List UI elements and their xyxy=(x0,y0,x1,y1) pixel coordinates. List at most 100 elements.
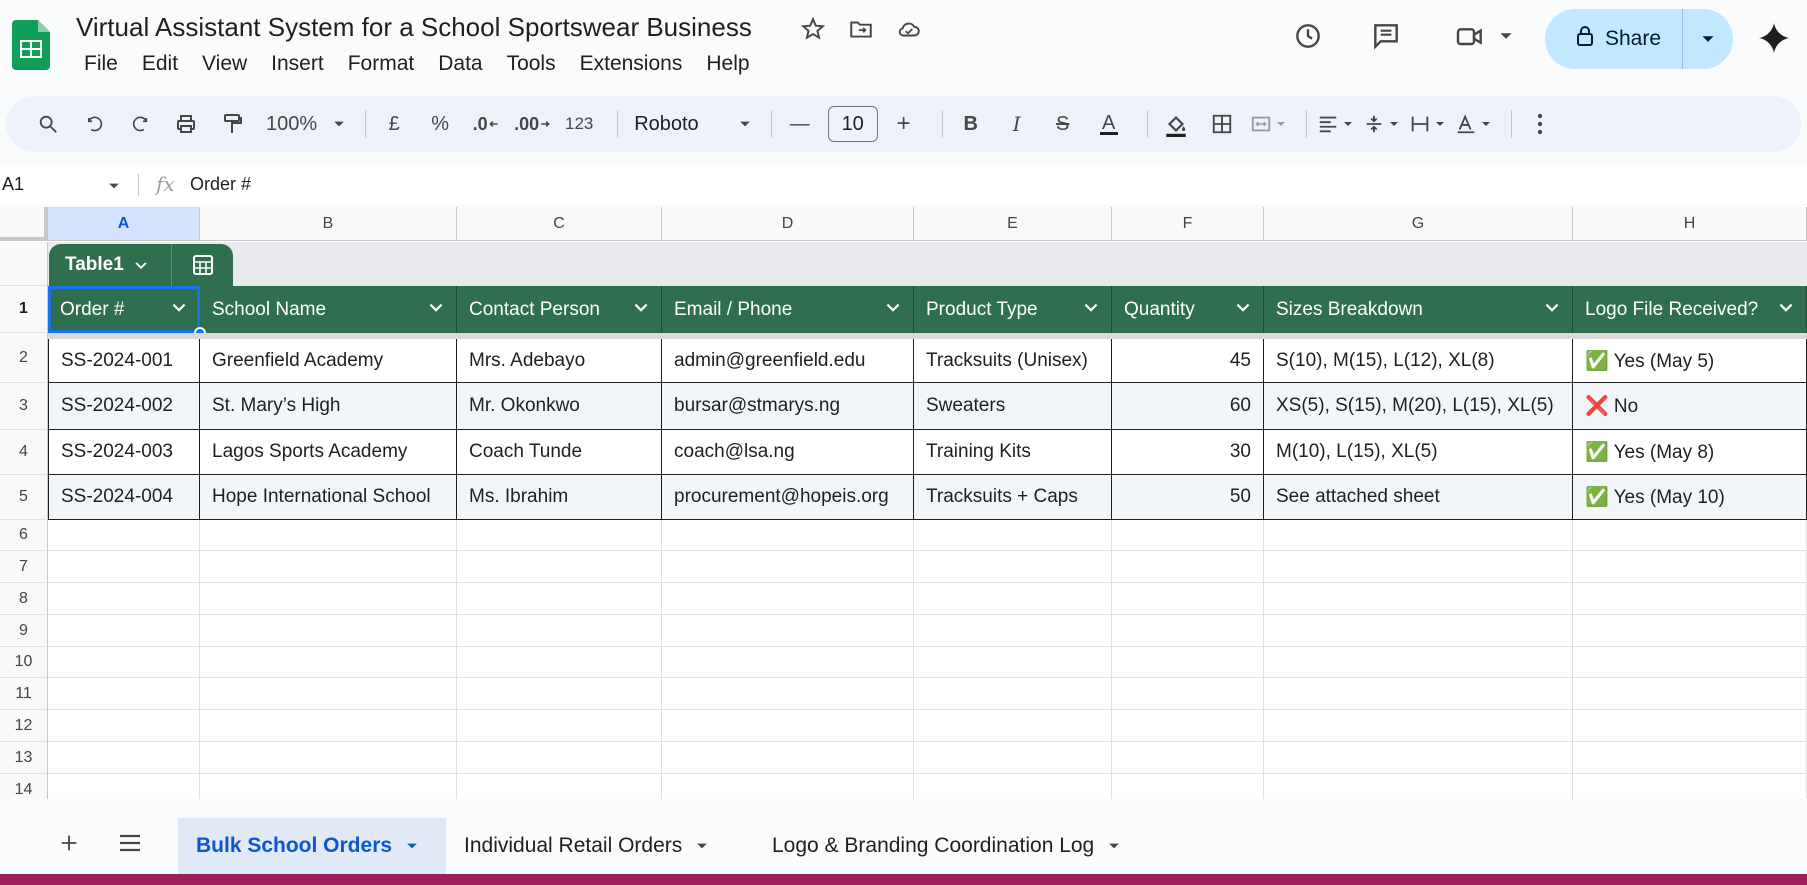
table-cell[interactable]: SS-2024-003 xyxy=(48,430,200,475)
table-cell[interactable]: St. Mary’s High xyxy=(200,383,457,430)
text-color-icon[interactable]: A xyxy=(1091,106,1127,142)
menu-view[interactable]: View xyxy=(190,50,259,78)
table-cell[interactable]: Coach Tunde xyxy=(457,430,662,475)
filter-chevron-icon[interactable] xyxy=(1235,299,1251,321)
number-format-button[interactable]: 123 xyxy=(561,106,597,142)
table-cell[interactable]: ✅ Yes (May 5) xyxy=(1573,339,1807,383)
table-cell[interactable]: coach@lsa.ng xyxy=(662,430,914,475)
filter-chevron-icon[interactable] xyxy=(1544,299,1560,321)
table-header-cell[interactable]: Product Type xyxy=(914,286,1112,333)
decrease-font-size-button[interactable]: — xyxy=(782,106,818,142)
menu-format[interactable]: Format xyxy=(336,50,427,78)
table-cell[interactable]: 30 xyxy=(1112,430,1264,475)
comments-icon[interactable] xyxy=(1368,18,1404,54)
zoom-select[interactable]: 100% xyxy=(260,106,345,142)
table-cell[interactable]: bursar@stmarys.ng xyxy=(662,383,914,430)
table-cell[interactable]: SS-2024-002 xyxy=(48,383,200,430)
font-select[interactable]: Roboto xyxy=(628,106,751,142)
row-header-8[interactable]: 8 xyxy=(0,583,48,615)
spreadsheet-grid[interactable]: A B C D E F G H Table1 1 2 3 4 5 6 7 8 9 10 11 12 13 14 Order #… xyxy=(0,207,1807,799)
table-header-cell[interactable]: School Name xyxy=(200,286,457,333)
sheets-logo-icon[interactable] xyxy=(12,20,50,70)
row-header-12[interactable]: 12 xyxy=(0,710,48,742)
row-header-1[interactable]: 1 xyxy=(0,286,48,333)
column-header-g[interactable]: G xyxy=(1264,207,1573,241)
chevron-down-icon[interactable] xyxy=(406,840,418,852)
sheet-tab-individual-retail-orders[interactable]: Individual Retail Orders xyxy=(446,818,726,874)
table-cell[interactable]: See attached sheet xyxy=(1264,475,1573,520)
table-header-cell[interactable]: Email / Phone xyxy=(662,286,914,333)
borders-icon[interactable] xyxy=(1204,106,1240,142)
increase-decimal-button[interactable]: .00 xyxy=(514,106,551,142)
filter-chevron-icon[interactable] xyxy=(171,299,187,321)
increase-font-size-button[interactable]: + xyxy=(886,106,922,142)
column-header-e[interactable]: E xyxy=(914,207,1112,241)
menu-data[interactable]: Data xyxy=(426,50,494,78)
filter-chevron-icon[interactable] xyxy=(428,299,444,321)
currency-format-button[interactable]: £ xyxy=(376,106,412,142)
column-header-f[interactable]: F xyxy=(1112,207,1264,241)
row-header-2[interactable]: 2 xyxy=(0,333,48,383)
table-cell[interactable]: 45 xyxy=(1112,339,1264,383)
table-cell[interactable]: Sweaters xyxy=(914,383,1112,430)
table-cell[interactable]: 50 xyxy=(1112,475,1264,520)
share-dropdown-icon[interactable] xyxy=(1683,32,1733,46)
text-rotation-icon[interactable] xyxy=(1455,106,1491,142)
strikethrough-icon[interactable]: S xyxy=(1045,106,1081,142)
table-cell[interactable]: Ms. Ibrahim xyxy=(457,475,662,520)
table-cell[interactable]: XS(5), S(15), M(20), L(15), XL(5) xyxy=(1264,383,1573,430)
filter-chevron-icon[interactable] xyxy=(885,299,901,321)
menu-edit[interactable]: Edit xyxy=(130,50,190,78)
column-header-d[interactable]: D xyxy=(662,207,914,241)
horizontal-align-icon[interactable] xyxy=(1317,106,1353,142)
star-icon[interactable] xyxy=(800,16,826,42)
table-cell[interactable]: Mrs. Adebayo xyxy=(457,339,662,383)
table-header-cell[interactable]: Logo File Received? xyxy=(1573,286,1807,333)
add-sheet-icon[interactable] xyxy=(58,832,80,860)
row-header-14[interactable]: 14 xyxy=(0,774,48,799)
table-calculator-icon[interactable] xyxy=(172,253,233,277)
row-header-9[interactable]: 9 xyxy=(0,615,48,647)
name-box-dropdown-icon[interactable] xyxy=(108,176,120,197)
more-options-icon[interactable] xyxy=(1522,106,1558,142)
table-cell[interactable]: Mr. Okonkwo xyxy=(457,383,662,430)
row-header-13[interactable]: 13 xyxy=(0,742,48,774)
column-header-c[interactable]: C xyxy=(457,207,662,241)
name-box[interactable]: A1 xyxy=(2,174,24,195)
table-header-cell[interactable]: Order # xyxy=(48,286,200,333)
table-cell[interactable]: Tracksuits + Caps xyxy=(914,475,1112,520)
column-header-b[interactable]: B xyxy=(200,207,457,241)
sheet-tab-logo-branding-log[interactable]: Logo & Branding Coordination Log xyxy=(754,818,1138,874)
menu-help[interactable]: Help xyxy=(694,50,761,78)
table-name-chip[interactable]: Table1 xyxy=(49,244,233,286)
row-header-5[interactable]: 5 xyxy=(0,475,48,520)
table-header-cell[interactable]: Contact Person xyxy=(457,286,662,333)
move-folder-icon[interactable] xyxy=(848,16,874,42)
menu-insert[interactable]: Insert xyxy=(259,50,336,78)
select-all-corner[interactable] xyxy=(0,207,48,241)
text-wrap-icon[interactable] xyxy=(1409,106,1445,142)
undo-icon[interactable] xyxy=(76,106,112,142)
chevron-down-icon[interactable] xyxy=(134,258,148,272)
chevron-down-icon[interactable] xyxy=(696,840,708,852)
print-icon[interactable] xyxy=(168,106,204,142)
font-size-input[interactable]: 10 xyxy=(827,106,878,142)
row-header-3[interactable]: 3 xyxy=(0,383,48,430)
column-header-h[interactable]: H xyxy=(1573,207,1807,241)
cloud-status-icon[interactable] xyxy=(896,16,922,42)
italic-icon[interactable]: I xyxy=(999,106,1035,142)
table-header-cell[interactable]: Quantity xyxy=(1112,286,1264,333)
all-sheets-icon[interactable] xyxy=(118,832,142,860)
table-cell[interactable]: Greenfield Academy xyxy=(200,339,457,383)
version-history-icon[interactable] xyxy=(1290,18,1326,54)
table-cell[interactable]: S(10), M(15), L(12), XL(8) xyxy=(1264,339,1573,383)
table-cell[interactable]: Lagos Sports Academy xyxy=(200,430,457,475)
share-button[interactable]: Share xyxy=(1545,9,1733,69)
table-cell[interactable]: M(10), L(15), XL(5) xyxy=(1264,430,1573,475)
chevron-down-icon[interactable] xyxy=(1108,840,1120,852)
formula-input[interactable]: Order # xyxy=(190,174,251,195)
table-cell[interactable]: Hope International School xyxy=(200,475,457,520)
table-cell[interactable]: procurement@hopeis.org xyxy=(662,475,914,520)
meet-video-icon[interactable] xyxy=(1452,18,1488,54)
menu-file[interactable]: File xyxy=(72,50,130,78)
